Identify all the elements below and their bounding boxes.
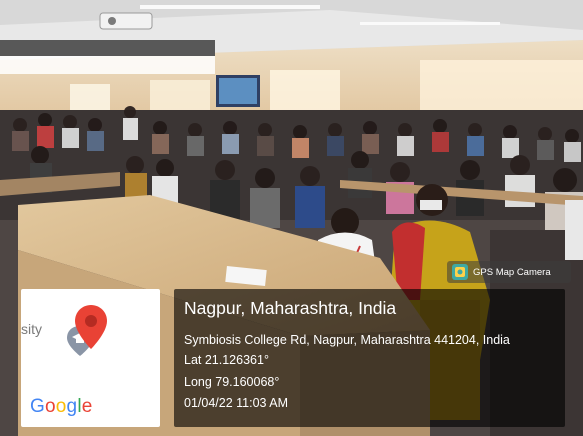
location-address: Symbiosis College Rd, Nagpur, Maharashtr… [184,333,510,347]
location-info-panel: Nagpur, Maharashtra, India Symbiosis Col… [174,289,565,427]
longitude-value: Long 79.160068° [184,375,280,389]
latitude-value: Lat 21.126361° [184,353,269,367]
gps-map-camera-badge: GPS Map Camera [447,261,571,283]
map-thumbnail: sity Google [21,289,160,427]
location-title: Nagpur, Maharashtra, India [184,298,397,318]
photo-frame: GPS Map Camera sity Google Nagpur, Mahar… [0,0,583,436]
map-partial-label: sity [21,321,42,337]
google-logo: Google [30,396,93,417]
gps-map-camera-icon [452,264,468,280]
location-pin-icon [75,305,107,349]
badge-label: GPS Map Camera [473,266,551,278]
datetime-value: 01/04/22 11:03 AM [184,396,289,410]
